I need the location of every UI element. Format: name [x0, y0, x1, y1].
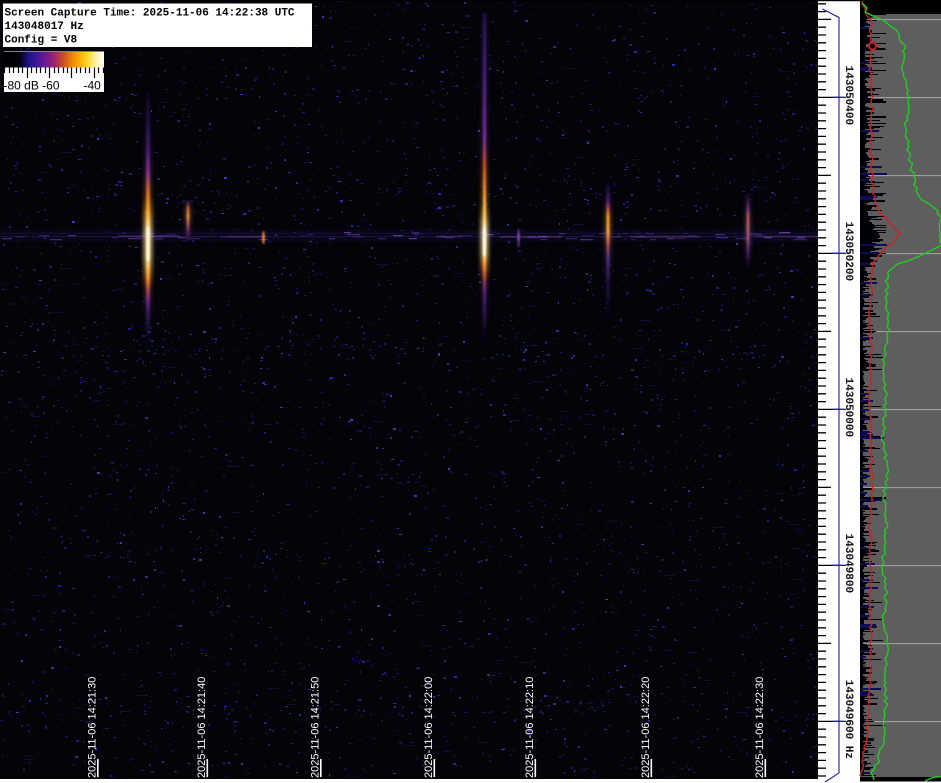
svg-text:2025-11-06 14:21:30: 2025-11-06 14:21:30 — [86, 677, 98, 778]
svg-text:2025-11-06 14:22:30: 2025-11-06 14:22:30 — [754, 677, 766, 778]
svg-text:2025-11-06 14:22:10: 2025-11-06 14:22:10 — [524, 677, 536, 778]
svg-text:143050000: 143050000 — [842, 378, 854, 437]
svg-text:-80 dB -60: -80 dB -60 — [4, 79, 60, 93]
svg-text:143049600 Hz: 143049600 Hz — [842, 680, 854, 759]
svg-text:Config = V8: Config = V8 — [5, 34, 78, 46]
svg-text:2025-11-06 14:21:40: 2025-11-06 14:21:40 — [196, 677, 208, 778]
svg-text:2025-11-06 14:21:50: 2025-11-06 14:21:50 — [309, 677, 321, 778]
svg-text:143050200: 143050200 — [842, 222, 854, 281]
svg-text:143049800: 143049800 — [842, 534, 854, 593]
svg-text:-40: -40 — [84, 79, 102, 93]
svg-text:Screen Capture Time: 2025-11-0: Screen Capture Time: 2025-11-06 14:22:38… — [5, 8, 295, 20]
svg-text:2025-11-06 14:22:00: 2025-11-06 14:22:00 — [423, 677, 435, 778]
svg-text:2025-11-06 14:22:20: 2025-11-06 14:22:20 — [640, 677, 652, 778]
svg-text:143048017 Hz: 143048017 Hz — [5, 21, 84, 33]
svg-text:143050400: 143050400 — [842, 66, 854, 125]
